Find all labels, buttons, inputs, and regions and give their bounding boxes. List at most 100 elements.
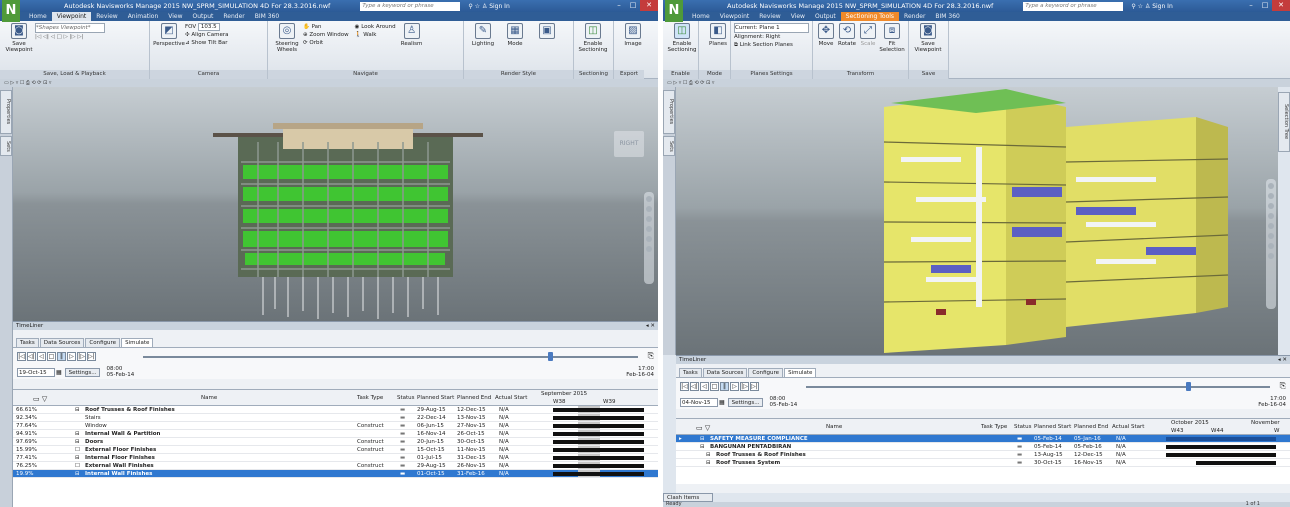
table-row[interactable]: 19.9% ⊟ Internal Wall Finishes ▬ 01-Oct-15 31… bbox=[13, 470, 658, 478]
tab-review[interactable]: Review bbox=[754, 12, 785, 21]
alignment-dropdown[interactable]: Alignment: Right bbox=[734, 33, 809, 41]
minimize-icon[interactable]: – bbox=[1244, 0, 1258, 11]
quick-access-toolbar[interactable]: ▭ ▷ ▿ ☐ ⎙ ⟲ ⟳ ⊡ ▿ bbox=[663, 79, 1290, 87]
expand-icon[interactable]: ⊟ bbox=[700, 435, 705, 443]
planes-button[interactable]: ◧ Planes bbox=[704, 23, 732, 47]
viewcube[interactable]: RIGHT bbox=[614, 131, 644, 157]
tab-home[interactable]: Home bbox=[687, 12, 715, 21]
step-back-icon[interactable]: ◁| bbox=[27, 352, 36, 361]
step-forward-icon[interactable]: |▷ bbox=[77, 352, 86, 361]
table-row[interactable]: ⊟ Roof Trusses & Roof Finishes ▬ 13-Aug-15 1… bbox=[676, 451, 1290, 459]
col-status[interactable]: Status bbox=[397, 395, 415, 401]
simulation-date-field[interactable]: 19-Oct-15 bbox=[17, 367, 55, 377]
tab-configure[interactable]: Configure bbox=[748, 368, 784, 377]
simulation-slider[interactable] bbox=[806, 382, 1270, 391]
3d-viewport[interactable] bbox=[676, 87, 1278, 355]
play-icon[interactable]: ▷ bbox=[67, 352, 76, 361]
tab-view[interactable]: View bbox=[163, 12, 187, 21]
properties-sidetab[interactable]: Properties bbox=[0, 90, 12, 134]
reverse-icon[interactable]: ◁ bbox=[700, 382, 709, 391]
fast-forward-icon[interactable]: ▷| bbox=[750, 382, 759, 391]
expand-icon[interactable]: ⊟ bbox=[700, 443, 705, 451]
col-planned-start[interactable]: Planned Start bbox=[417, 395, 454, 401]
enable-sectioning-button[interactable]: ◫ Enable Sectioning bbox=[668, 23, 696, 53]
table-row[interactable]: 94.91% ⊟ Internal Wall & Partition ▬ 16-Nov-… bbox=[13, 430, 658, 438]
link-planes-button[interactable]: ⧉ Link Section Planes bbox=[734, 41, 809, 49]
save-viewpoint-button[interactable]: ◙ Save Viewpoint bbox=[914, 23, 942, 53]
slider-handle[interactable] bbox=[1186, 382, 1191, 391]
playback-controls[interactable]: |◁ ◁| ◁ □ ▷ |▷ ▷| bbox=[35, 33, 105, 41]
tab-tasks[interactable]: Tasks bbox=[679, 368, 702, 377]
expand-icon[interactable]: ⊟ bbox=[706, 459, 711, 467]
col-actual-start[interactable]: Actual Start bbox=[495, 395, 527, 401]
col-status[interactable]: Status bbox=[1014, 424, 1032, 430]
table-row[interactable]: 77.41% ⊟ Internal Floor Finishes ▬ 01-Jul-15… bbox=[13, 454, 658, 462]
stop-icon[interactable]: □ bbox=[710, 382, 719, 391]
table-row[interactable]: ▸ ⊟ SAFETY MEASURE COMPLIANCE ▬ 05-Feb-14 05-… bbox=[676, 435, 1290, 443]
rewind-icon[interactable]: |◁ bbox=[680, 382, 689, 391]
zoom-window-button[interactable]: ⊕ Zoom Window bbox=[303, 31, 349, 39]
walk-button[interactable]: 🚶 Walk bbox=[355, 31, 396, 39]
sets-sidetab[interactable]: Sets bbox=[0, 136, 12, 156]
table-row[interactable]: 66.61% ⊟ Roof Trusses & Roof Finishes ▬ 29-A… bbox=[13, 406, 658, 414]
scale-button[interactable]: ⤢ Scale bbox=[860, 23, 877, 53]
quick-icons[interactable]: ⚲ ☆ ♙ Sign In bbox=[1131, 3, 1172, 10]
rewind-icon[interactable]: |◁ bbox=[17, 352, 26, 361]
table-row[interactable]: 77.64% Window Construct ▬ 06-Jun-15 27-Nov-15… bbox=[13, 422, 658, 430]
navigation-bar[interactable] bbox=[644, 192, 654, 284]
app-logo[interactable]: N bbox=[2, 0, 20, 22]
settings-button[interactable]: Settings... bbox=[64, 367, 101, 377]
selection-tree-sidetab[interactable]: Selection Tree bbox=[1278, 92, 1290, 152]
stop-icon[interactable]: □ bbox=[47, 352, 56, 361]
sets-sidetab[interactable]: Sets bbox=[663, 136, 675, 156]
expand-icon[interactable]: ⊟ bbox=[75, 430, 80, 438]
tab-data-sources[interactable]: Data Sources bbox=[702, 368, 748, 377]
lighting-button[interactable]: ✎ Lighting bbox=[469, 23, 497, 47]
minimize-icon[interactable]: – bbox=[612, 0, 626, 11]
search-input[interactable]: Type a keyword or phrase bbox=[360, 1, 461, 11]
fov-field[interactable]: FOV 103.5 bbox=[185, 23, 229, 31]
step-back-icon[interactable]: ◁| bbox=[690, 382, 699, 391]
image-export-button[interactable]: ▨ Image bbox=[619, 23, 647, 47]
align-camera-button[interactable]: ✣ Align Camera bbox=[185, 31, 229, 39]
col-actual-start[interactable]: Actual Start bbox=[1112, 424, 1144, 430]
tab-tasks[interactable]: Tasks bbox=[16, 338, 39, 347]
col-planned-end[interactable]: Planned End bbox=[457, 395, 491, 401]
col-task-type[interactable]: Task Type bbox=[357, 395, 383, 401]
maximize-icon[interactable]: □ bbox=[626, 0, 640, 11]
pane-close-icon[interactable]: ◂ ✕ bbox=[1278, 356, 1287, 364]
table-row[interactable]: 15.99% ☐ External Floor Finishes Construct ▬… bbox=[13, 446, 658, 454]
tab-animation[interactable]: Animation bbox=[123, 12, 164, 21]
table-row[interactable]: 76.25% ☐ External Wall Finishes Construct ▬ 2… bbox=[13, 462, 658, 470]
tab-output[interactable]: Output bbox=[188, 12, 219, 21]
maximize-icon[interactable]: □ bbox=[1258, 0, 1272, 11]
simulation-date-field[interactable]: 04-Nov-15 bbox=[680, 397, 718, 407]
expand-icon[interactable]: ⊟ bbox=[75, 454, 80, 462]
tab-simulate[interactable]: Simulate bbox=[784, 368, 817, 377]
mode-button[interactable]: ▦ Mode bbox=[501, 23, 529, 47]
col-planned-end[interactable]: Planned End bbox=[1074, 424, 1108, 430]
close-icon[interactable]: ✕ bbox=[1272, 0, 1290, 11]
look-around-button[interactable]: ◉ Look Around bbox=[355, 23, 396, 31]
calendar-icon[interactable]: ▦ bbox=[56, 369, 62, 376]
fit-selection-button[interactable]: ⧈ Fit Selection bbox=[879, 23, 905, 53]
col-name[interactable]: Name bbox=[826, 424, 842, 430]
pause-icon[interactable]: ‖ bbox=[720, 382, 729, 391]
show-tilt-bar-button[interactable]: ⊿ Show Tilt Bar bbox=[185, 39, 229, 47]
sign-in-link[interactable]: Sign In bbox=[1152, 3, 1173, 10]
perspective-button[interactable]: ◩ Perspective bbox=[153, 23, 185, 47]
properties-sidetab[interactable]: Properties bbox=[663, 90, 675, 134]
save-viewpoint-button[interactable]: ◙ Save Viewpoint bbox=[5, 23, 33, 53]
calendar-icon[interactable]: ▦ bbox=[719, 399, 725, 406]
pause-icon[interactable]: ‖ bbox=[57, 352, 66, 361]
pan-button[interactable]: ✋ Pan bbox=[303, 23, 349, 31]
tab-output[interactable]: Output bbox=[810, 12, 841, 21]
play-icon[interactable]: ▷ bbox=[730, 382, 739, 391]
col-task-type[interactable]: Task Type bbox=[981, 424, 1007, 430]
expand-icon[interactable]: ⊟ bbox=[75, 470, 80, 478]
expand-icon[interactable]: ☐ bbox=[75, 462, 80, 470]
app-logo[interactable]: N bbox=[665, 0, 683, 22]
view-icon[interactable]: ▭ ▽ bbox=[696, 424, 710, 432]
tab-configure[interactable]: Configure bbox=[85, 338, 121, 347]
fast-forward-icon[interactable]: ▷| bbox=[87, 352, 96, 361]
